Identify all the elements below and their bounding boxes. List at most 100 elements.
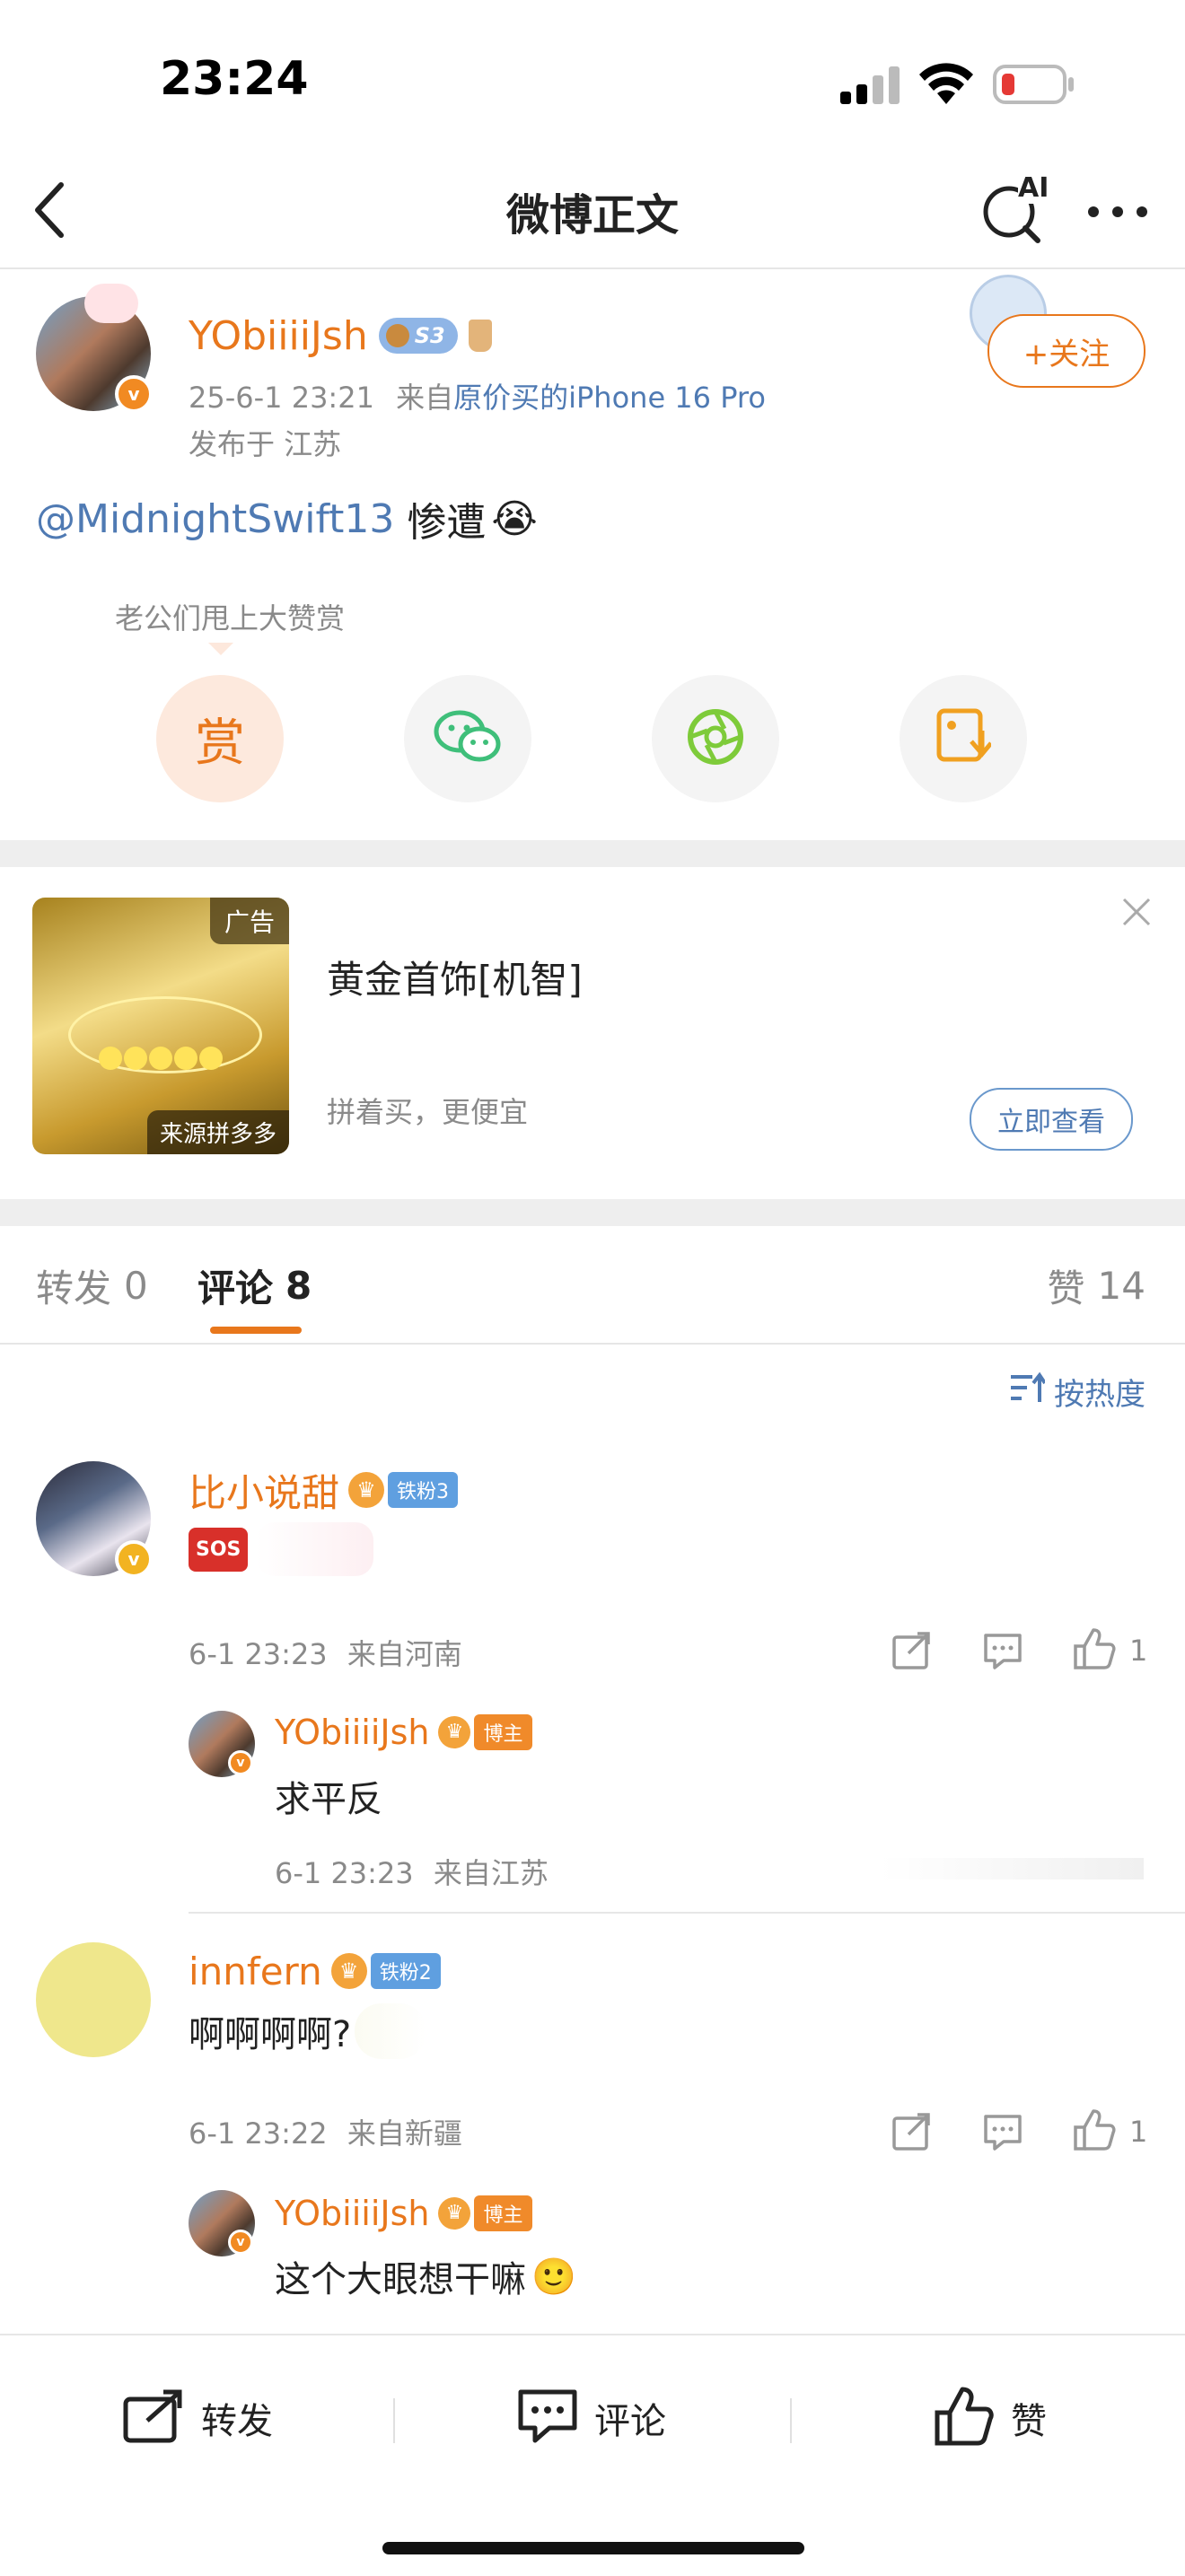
tab-active-indicator xyxy=(210,1327,302,1334)
ad-image[interactable]: 广告 来源拼多多 xyxy=(32,898,289,1154)
save-image-button[interactable] xyxy=(900,675,1027,802)
follow-button[interactable]: +关注 xyxy=(988,314,1146,388)
verified-icon: v xyxy=(228,2230,253,2255)
wifi-icon xyxy=(919,63,973,104)
tab-repost-label: 转发 xyxy=(36,1266,112,1310)
comment-author[interactable]: 比小说甜 xyxy=(189,1463,339,1518)
comment-label: 评论 xyxy=(594,2401,666,2442)
avatar-decoration xyxy=(84,284,138,323)
like-button[interactable]: 赞 xyxy=(934,2382,1047,2454)
post-text-body: 惨遭 xyxy=(394,500,487,546)
fan-badge: 铁粉3 xyxy=(388,1472,459,1508)
reply-text-body: 这个大眼想干嘛 xyxy=(275,2259,526,2300)
fan-crown-icon: ♛ xyxy=(330,1953,367,1989)
tabs-divider xyxy=(0,1343,1185,1345)
cake-sticker xyxy=(257,1522,374,1576)
level-badge: S3 xyxy=(378,318,458,354)
thumb-up-icon xyxy=(1072,2107,1117,2156)
comment-reply-icon[interactable] xyxy=(982,1632,1023,1671)
comment-share-icon[interactable] xyxy=(891,2111,934,2152)
repost-icon xyxy=(122,2388,185,2448)
cup-icon xyxy=(385,324,409,347)
tab-like-count: 14 xyxy=(1097,1263,1146,1308)
tab-repost[interactable]: 转发 0 xyxy=(36,1257,148,1314)
ad-subtitle: 拼着买，更便宜 xyxy=(327,1095,529,1129)
verified-icon: v xyxy=(228,1750,253,1775)
moments-share-button[interactable] xyxy=(652,675,779,802)
comment-avatar[interactable] xyxy=(36,1942,151,2057)
comment-like-count: 1 xyxy=(1129,2115,1148,2149)
comment-location: 来自河南 xyxy=(347,1637,462,1671)
repost-label: 转发 xyxy=(201,2401,273,2442)
like-label: 赞 xyxy=(1011,2401,1047,2442)
comment-like-button[interactable]: 1 xyxy=(1072,2107,1147,2156)
comment-meta: 6-1 23:22 来自新疆 xyxy=(189,2111,462,2152)
comment-author-line: innfern ♛ 铁粉2 xyxy=(189,1946,441,1996)
ai-label: AI xyxy=(1018,172,1049,204)
comment-share-icon[interactable] xyxy=(891,1630,934,1671)
comment-reply-icon[interactable] xyxy=(982,2113,1023,2152)
reply-avatar[interactable]: v xyxy=(189,2190,255,2256)
wechat-share-button[interactable] xyxy=(404,675,531,802)
reward-label: 赏 xyxy=(195,714,245,773)
repost-button[interactable]: 转发 xyxy=(122,2382,273,2454)
ad-cta-label: 立即查看 xyxy=(997,1107,1105,1138)
reward-hint-pointer xyxy=(208,643,233,655)
comment-text: 啊啊啊啊? xyxy=(189,2003,427,2059)
more-icon[interactable] xyxy=(1086,203,1149,221)
smile-emoji: 🙂 xyxy=(531,2256,576,2298)
host-badge: 博主 xyxy=(474,1714,532,1750)
home-indicator xyxy=(382,2542,804,2554)
host-badge: 博主 xyxy=(474,2195,532,2231)
ad-source: 来源拼多多 xyxy=(146,1110,289,1154)
ai-search-button[interactable]: AI xyxy=(979,172,1050,244)
author-name[interactable]: YObiiiiJsh xyxy=(189,313,368,359)
ad-beads xyxy=(99,1047,223,1070)
author-avatar[interactable]: v xyxy=(36,284,153,413)
reply-avatar[interactable]: v xyxy=(189,1711,255,1777)
reply-text: 这个大眼想干嘛 🙂 xyxy=(275,2251,576,2301)
tab-comment[interactable]: 评论 8 xyxy=(198,1257,312,1314)
tab-like[interactable]: 赞 14 xyxy=(1048,1257,1146,1314)
status-time: 23:24 xyxy=(160,52,309,106)
host-crown-icon: ♛ xyxy=(438,2197,471,2230)
fan-crown-icon: ♛ xyxy=(348,1472,385,1508)
comment-time: 6-1 23:22 xyxy=(189,2116,328,2151)
reward-button[interactable]: 赏 xyxy=(156,675,284,802)
sort-button[interactable]: 按热度 xyxy=(1009,1368,1146,1415)
ad-tag: 广告 xyxy=(209,898,289,944)
comment-time: 6-1 23:23 xyxy=(189,1637,328,1671)
ad-cta-button[interactable]: 立即查看 xyxy=(970,1088,1133,1151)
save-image-icon xyxy=(935,707,993,770)
section-separator xyxy=(0,840,1185,867)
comment-avatar[interactable]: v xyxy=(36,1461,153,1578)
moments-icon xyxy=(686,707,745,770)
host-crown-icon: ♛ xyxy=(438,1716,471,1748)
reply-meta: 6-1 23:23 来自江苏 xyxy=(275,1851,549,1892)
mention-link[interactable]: @MidnightSwift13 xyxy=(36,496,394,542)
ad-close-icon[interactable] xyxy=(1120,896,1153,928)
tab-comment-count: 8 xyxy=(285,1263,312,1308)
comment-icon xyxy=(517,2388,578,2448)
crying-emoji: 😭 xyxy=(491,495,538,542)
comment-location: 来自新疆 xyxy=(347,2116,462,2151)
fan-badge: 铁粉2 xyxy=(370,1953,441,1989)
comment-button[interactable]: 评论 xyxy=(517,2382,666,2454)
post-location: 发布于 江苏 xyxy=(189,427,342,461)
reward-hint: 老公们甩上大赞赏 xyxy=(115,601,346,635)
ad-title[interactable]: 黄金首饰[机智] xyxy=(327,950,583,1004)
bubble-tea-icon xyxy=(468,320,492,352)
comment-like-button[interactable]: 1 xyxy=(1072,1626,1147,1675)
post-text: @MidnightSwift13 惨遭 😭 xyxy=(36,492,538,547)
comment-author[interactable]: innfern xyxy=(189,1950,322,1993)
follow-label: +关注 xyxy=(1023,336,1110,372)
reply-author[interactable]: YObiiiiJsh xyxy=(275,1713,429,1752)
bottom-divider xyxy=(393,2398,395,2443)
verified-icon: v xyxy=(115,1540,153,1578)
reply-author-line: YObiiiiJsh ♛ 博主 xyxy=(275,2190,532,2237)
post-device[interactable]: 原价买的iPhone 16 Pro xyxy=(453,381,766,415)
tab-comment-label: 评论 xyxy=(198,1266,274,1310)
comment-like-count: 1 xyxy=(1129,1634,1148,1668)
thumb-up-icon xyxy=(1072,1626,1117,1675)
reply-author[interactable]: YObiiiiJsh xyxy=(275,2194,429,2233)
